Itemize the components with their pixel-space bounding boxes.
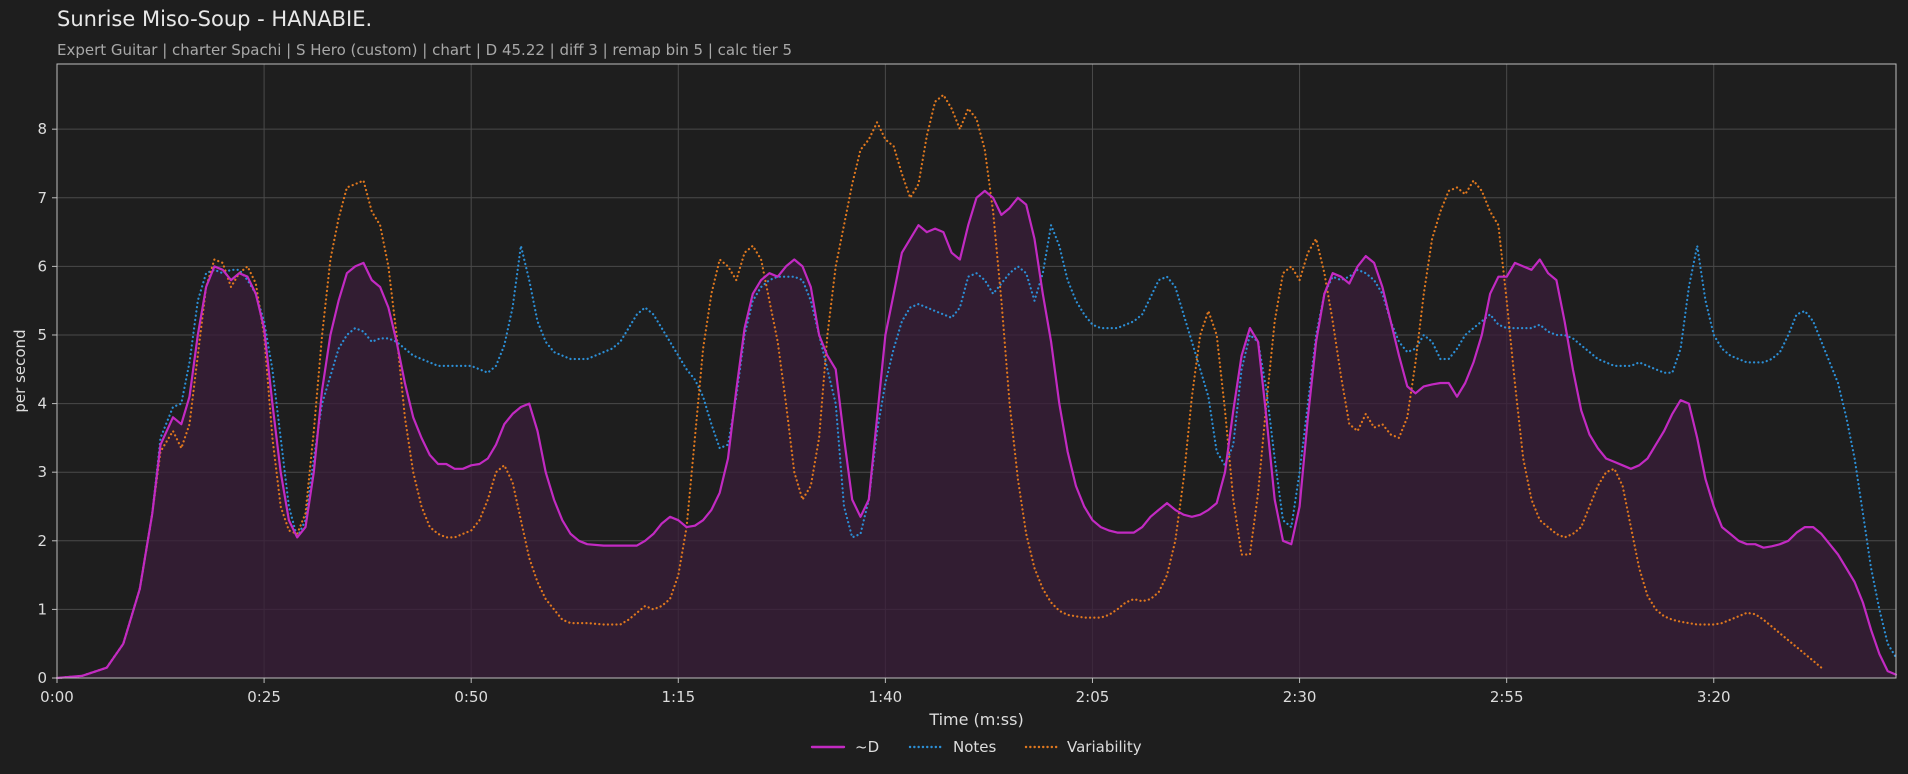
y-tick-label: 7 <box>37 189 47 207</box>
x-tick-label: 0:25 <box>247 688 281 706</box>
series-fills <box>57 190 1896 678</box>
chart-svg: 0:00 0:25 0:50 1:15 1:40 2:05 2:30 2:55 3:20 0 1 2 3… <box>11 63 1898 756</box>
x-tick-label: 2:55 <box>1490 688 1524 706</box>
y-tick-label: 8 <box>37 120 47 138</box>
x-tick-label: 1:40 <box>869 688 903 706</box>
x-tick-label: 0:00 <box>40 688 74 706</box>
legend-label: Variability <box>1067 738 1142 756</box>
x-tick-label: 3:20 <box>1697 688 1731 706</box>
series-fill-d <box>57 190 1896 678</box>
legend: ~D Notes Variability <box>810 738 1142 756</box>
y-tick-label: 4 <box>37 395 47 413</box>
chart-figure: Sunrise Miso-Soup - HANABIE. Expert Guit… <box>0 0 1908 774</box>
y-axis-label: per second <box>11 329 29 412</box>
y-tick-label: 2 <box>37 532 47 550</box>
y-tick-label: 5 <box>37 326 47 344</box>
y-tick-label: 0 <box>37 669 47 687</box>
x-tick-label: 2:05 <box>1076 688 1110 706</box>
y-tick-label: 1 <box>37 600 47 618</box>
y-tick-label: 3 <box>37 463 47 481</box>
x-tick-label: 2:30 <box>1283 688 1317 706</box>
legend-label: ~D <box>855 738 879 756</box>
x-tick-label: 0:50 <box>454 688 488 706</box>
legend-label: Notes <box>953 738 997 756</box>
x-tick-label: 1:15 <box>661 688 695 706</box>
y-tick-label: 6 <box>37 257 47 275</box>
x-axis-label: Time (m:ss) <box>928 710 1023 729</box>
